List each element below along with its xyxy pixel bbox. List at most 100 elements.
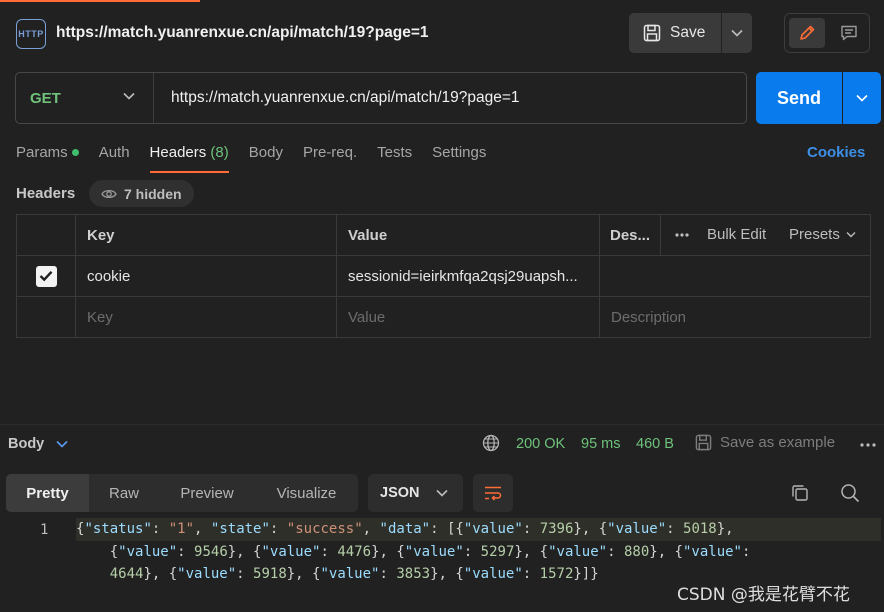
view-preview[interactable]: Preview: [159, 474, 255, 512]
new-value-input[interactable]: Value: [336, 297, 599, 337]
json-value: 4644: [109, 566, 144, 582]
edit-mode-button[interactable]: [789, 18, 825, 48]
headers-table: Key Value Des... Bulk Edit Presets cooki…: [16, 214, 871, 338]
table-header-row: Key Value Des... Bulk Edit Presets: [17, 215, 870, 256]
response-time[interactable]: 95 ms: [581, 436, 621, 452]
response-body-label: Body: [8, 436, 45, 452]
view-raw[interactable]: Raw: [89, 474, 159, 512]
response-body-toggle[interactable]: Body: [8, 436, 68, 452]
params-active-dot: [71, 148, 79, 156]
floppy-disk-icon: [695, 434, 712, 451]
json-value: 5297: [480, 544, 515, 560]
value-column-header: Value: [336, 215, 599, 255]
header-key-cell[interactable]: cookie: [75, 256, 336, 296]
save-button-label: Save: [670, 24, 706, 41]
select-column-header: [17, 215, 75, 255]
presets-dropdown[interactable]: Presets: [789, 226, 856, 243]
tab-headers[interactable]: Headers (8): [149, 144, 229, 173]
http-request-icon: HTTP: [16, 19, 46, 49]
chevron-down-icon: [56, 440, 68, 448]
table-row: cookie sessionid=ieirkmfqa2qsj29uapsh...: [17, 256, 870, 297]
save-options-button[interactable]: [722, 13, 752, 53]
save-as-example-button[interactable]: Save as example: [695, 434, 835, 451]
copy-icon[interactable]: [790, 483, 810, 503]
method-select[interactable]: GET: [16, 73, 154, 123]
new-description-input[interactable]: Description: [599, 297, 870, 337]
floppy-disk-icon: [643, 24, 661, 42]
search-icon[interactable]: [840, 483, 860, 503]
save-as-example-label: Save as example: [720, 434, 836, 451]
status-code[interactable]: 200 OK: [516, 436, 565, 452]
json-value: 5018: [683, 521, 717, 537]
cookies-link[interactable]: Cookies: [807, 144, 865, 161]
tab-settings[interactable]: Settings: [432, 144, 486, 173]
headers-section-title: Headers: [16, 185, 76, 202]
description-column-header: Des...: [610, 226, 651, 244]
request-tabs: Params Auth Headers (8) Body Pre-req. Te…: [16, 144, 506, 174]
format-dropdown[interactable]: JSON: [368, 474, 463, 512]
view-mode-toggle: [784, 13, 870, 53]
checkmark-icon: [39, 270, 53, 282]
chevron-down-icon: [123, 92, 135, 100]
column-divider: [660, 215, 661, 255]
line-number: 1: [40, 522, 49, 538]
more-options-icon[interactable]: [674, 229, 690, 241]
wrap-lines-icon: [485, 486, 502, 501]
bulk-edit-button[interactable]: Bulk Edit: [707, 226, 766, 243]
chevron-down-icon: [856, 94, 868, 102]
json-value: 4476: [337, 544, 372, 560]
hidden-headers-toggle[interactable]: 7 hidden: [89, 180, 194, 207]
view-pretty[interactable]: Pretty: [6, 474, 89, 512]
method-value: GET: [30, 89, 61, 107]
url-input[interactable]: https://match.yuanrenxue.cn/api/match/19…: [171, 89, 520, 107]
chevron-down-icon: [435, 489, 448, 497]
globe-icon[interactable]: [482, 434, 500, 452]
json-value: 880: [623, 544, 650, 560]
tab-body[interactable]: Body: [249, 144, 283, 173]
row-enabled-checkbox[interactable]: [35, 265, 57, 287]
json-value: 3853: [396, 566, 431, 582]
response-view-selector: Pretty Raw Preview Visualize: [6, 474, 358, 512]
key-column-header: Key: [75, 215, 336, 255]
chevron-down-icon: [846, 232, 856, 238]
response-divider[interactable]: [0, 424, 884, 425]
wrap-lines-button[interactable]: [473, 474, 513, 512]
request-title[interactable]: https://match.yuanrenxue.cn/api/match/19…: [56, 24, 429, 42]
row-checkbox-cell: [17, 297, 75, 337]
table-row-new: Key Value Description: [17, 297, 870, 338]
json-value: 7396: [539, 521, 574, 537]
json-value: 1572: [539, 566, 574, 582]
comment-icon: [841, 25, 857, 41]
headers-count: (8): [210, 144, 229, 161]
row-checkbox-cell: [17, 256, 75, 296]
tab-params[interactable]: Params: [16, 144, 79, 173]
response-size[interactable]: 460 B: [636, 436, 674, 452]
code-line: {"status": "1", "state": "success", "dat…: [76, 518, 881, 541]
save-button[interactable]: Save: [629, 13, 721, 53]
json-value: 9546: [194, 544, 228, 560]
tab-headers-label: Headers: [149, 144, 207, 161]
send-button[interactable]: Send: [756, 72, 842, 124]
hidden-headers-count: 7 hidden: [124, 185, 182, 202]
tab-prereq[interactable]: Pre-req.: [303, 144, 357, 173]
json-state-value: "success": [286, 521, 363, 537]
comments-button[interactable]: [831, 18, 867, 48]
chevron-down-icon: [731, 29, 743, 37]
eye-icon: [101, 189, 117, 198]
tab-auth[interactable]: Auth: [99, 144, 130, 173]
tab-tests[interactable]: Tests: [377, 144, 412, 173]
url-bar: GET https://match.yuanrenxue.cn/api/matc…: [15, 72, 747, 124]
more-options-icon[interactable]: [859, 442, 877, 448]
header-value-cell[interactable]: sessionid=ieirkmfqa2qsj29uapsh...: [336, 256, 599, 296]
json-status-value: "1": [168, 521, 195, 537]
pencil-icon: [800, 25, 815, 40]
watermark: CSDN @我是花臂不花: [677, 585, 850, 605]
view-visualize[interactable]: Visualize: [255, 474, 358, 512]
tab-params-label: Params: [16, 144, 68, 161]
send-options-button[interactable]: [843, 72, 881, 124]
new-key-input[interactable]: Key: [75, 297, 336, 337]
json-value: 5918: [253, 566, 287, 582]
presets-label: Presets: [789, 226, 840, 243]
request-title-bar: HTTP https://match.yuanrenxue.cn/api/mat…: [0, 0, 884, 64]
header-description-cell[interactable]: [599, 256, 870, 296]
